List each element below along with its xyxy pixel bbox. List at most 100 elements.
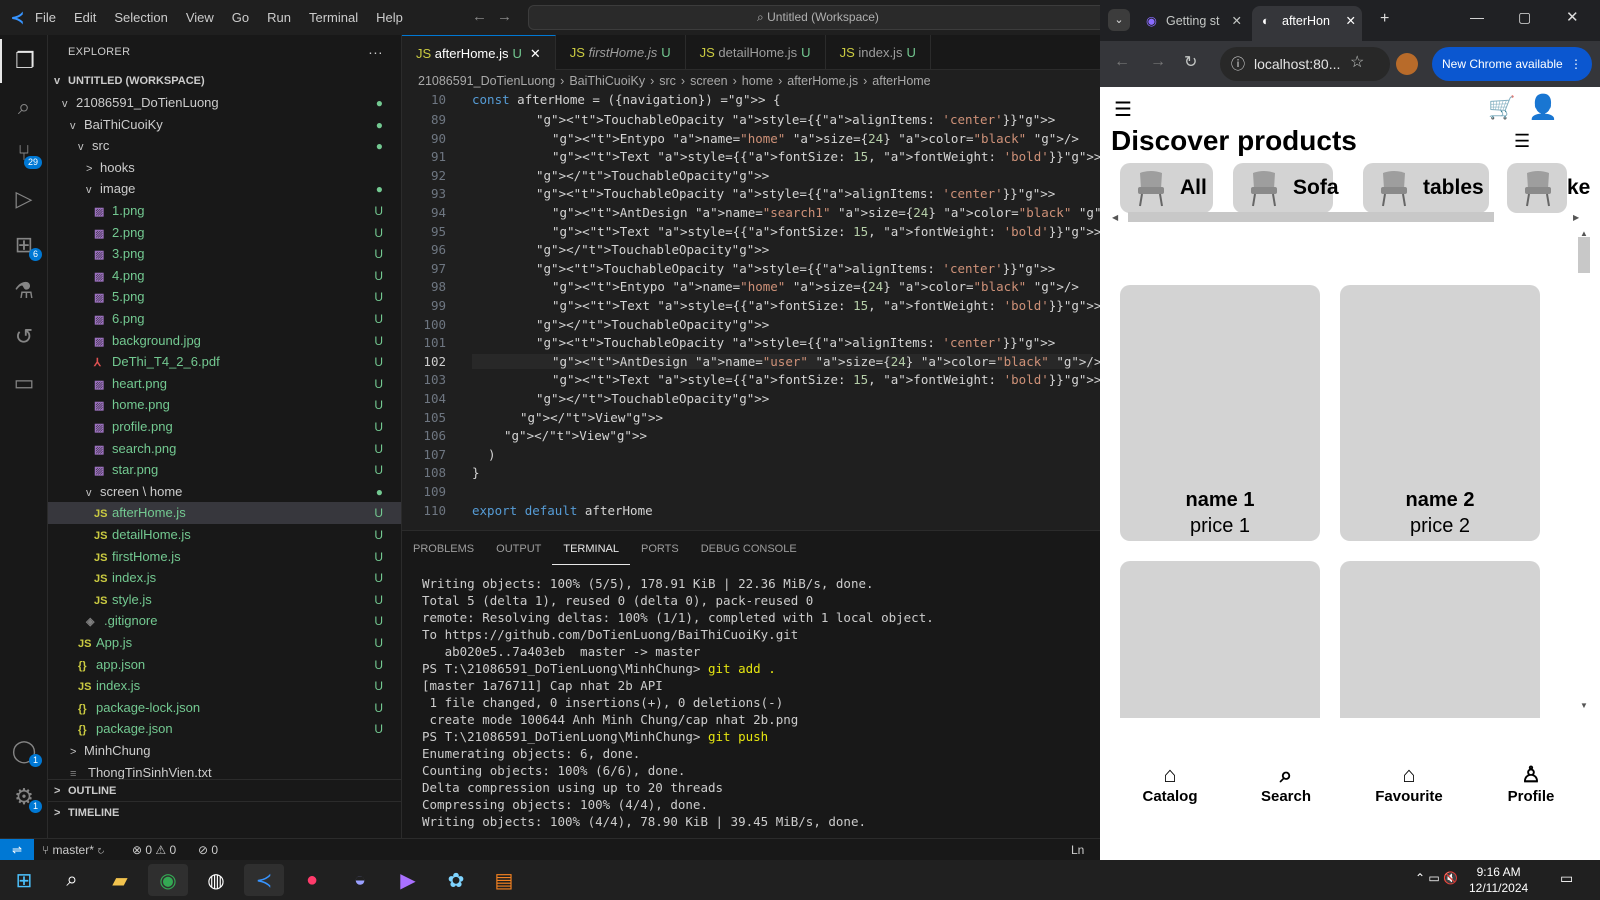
timeline-section[interactable]: > TIMELINE — [48, 801, 401, 823]
product-card[interactable]: name 2 price 2 — [1340, 285, 1540, 541]
search-icon[interactable]: ⌕ — [0, 85, 48, 129]
forward-icon[interactable]: → — [1150, 53, 1166, 71]
tree-item[interactable]: v screen \ home ● — [48, 481, 401, 503]
breadcrumb-item[interactable]: screen — [690, 74, 728, 88]
filter-list-icon[interactable]: ☰ — [1514, 131, 1530, 152]
app-icon[interactable]: ◒ — [340, 864, 380, 896]
address-bar[interactable]: ⓘ localhost:80... — [1220, 47, 1390, 81]
tree-item[interactable]: > hooks — [48, 157, 401, 179]
menu-item[interactable]: Help — [376, 10, 403, 25]
product-card[interactable] — [1120, 561, 1320, 718]
app-icon[interactable]: ● — [292, 864, 332, 896]
panel-tab[interactable]: OUTPUT — [485, 531, 552, 565]
horizontal-scrollbar[interactable] — [1128, 212, 1494, 222]
tree-item[interactable]: v image ● — [48, 178, 401, 200]
scroll-up-icon[interactable]: ▲ — [1580, 229, 1588, 238]
panel-tab[interactable]: TERMINAL — [552, 531, 630, 565]
source-control-icon[interactable]: ⑂ 29 — [0, 131, 48, 175]
app-icon[interactable]: ✿ — [436, 864, 476, 896]
update-chrome-button[interactable]: New Chrome available ⋮ — [1432, 47, 1592, 81]
start-windows-icon[interactable]: ⊞ — [4, 864, 44, 896]
tree-item[interactable]: JS afterHome.js U — [48, 502, 401, 525]
scroll-left-icon[interactable]: ◀ — [1112, 213, 1118, 222]
tab-close-icon[interactable]: ✕ — [530, 46, 541, 61]
panel-tab[interactable]: DEBUG CONSOLE — [690, 531, 808, 565]
run-debug-icon[interactable]: ▷ — [0, 177, 48, 221]
tree-item[interactable]: ⅄ DeThi_T4_2_6.pdf U — [48, 351, 401, 373]
tree-item[interactable]: JS style.js U — [48, 589, 401, 611]
nav-search[interactable]: ⌕ Search — [1241, 762, 1331, 805]
taskbar-search-icon[interactable]: ⌕ — [52, 864, 92, 896]
editor-tab[interactable]: JS afterHome.js U ✕ — [402, 35, 556, 70]
extensions-icon[interactable]: ⊞ 6 — [0, 223, 48, 267]
ports-indicator[interactable]: ⊘ 0 — [198, 839, 218, 861]
tree-item[interactable]: v BaiThiCuoiKy ● — [48, 114, 401, 136]
new-tab-icon[interactable]: + — [1380, 10, 1389, 28]
editor-tab[interactable]: JS detailHome.js U — [686, 35, 826, 70]
menu-item[interactable]: Selection — [114, 10, 167, 25]
manage-gear-icon[interactable]: ⚙ 1 — [0, 775, 48, 819]
terminal-output[interactable]: Writing objects: 100% (5/5), 178.91 KiB … — [422, 575, 934, 830]
tree-item[interactable]: ◈ .gitignore U — [48, 610, 401, 632]
tree-item[interactable]: JS index.js U — [48, 675, 401, 697]
chrome-tab-afterhome[interactable]: ◐ afterHon ✕ — [1252, 6, 1362, 41]
tab-close-icon[interactable]: ✕ — [1232, 6, 1242, 36]
tab-search-icon[interactable]: ⌄ — [1108, 9, 1130, 31]
command-center[interactable]: ⌕ Untitled (Workspace) — [528, 5, 1108, 30]
breadcrumb-item[interactable]: afterHome — [872, 74, 930, 88]
tree-item[interactable]: {} package.json U — [48, 718, 401, 740]
editor-tab[interactable]: JS index.js U — [826, 35, 931, 70]
tree-item[interactable]: ▨ profile.png U — [48, 416, 401, 438]
tree-item[interactable]: ▨ heart.png U — [48, 373, 401, 395]
chrome-menu-icon[interactable]: ⋮ — [1570, 47, 1582, 81]
menu-item[interactable]: Go — [232, 10, 249, 25]
outline-section[interactable]: > OUTLINE — [48, 779, 401, 801]
remote-explorer-icon[interactable]: ▭ — [0, 361, 48, 405]
menu-item[interactable]: Run — [267, 10, 291, 25]
branch-indicator[interactable]: ⑂ master* ↻ — [42, 839, 104, 861]
chrome-taskbar-icon[interactable]: ◉ — [148, 864, 188, 896]
menu-item[interactable]: Terminal — [309, 10, 358, 25]
nav-catalog[interactable]: ⌂ Catalog — [1125, 762, 1215, 805]
tree-item[interactable]: ▨ home.png U — [48, 394, 401, 416]
minimize-icon[interactable]: — — [1470, 9, 1484, 25]
category-chip[interactable]: All — [1120, 163, 1213, 213]
testing-icon[interactable]: ⚗ — [0, 269, 48, 313]
tree-item[interactable]: ▨ 5.png U — [48, 286, 401, 308]
category-chip[interactable]: Sofa — [1233, 163, 1339, 213]
tree-item[interactable]: JS App.js U — [48, 632, 401, 654]
menu-item[interactable]: Edit — [74, 10, 96, 25]
problems-indicator[interactable]: ⊗ 0 ⚠ 0 — [132, 839, 176, 861]
code-editor[interactable]: 10 const afterHome = ({navigation}) ="g"… — [402, 92, 1312, 530]
visual-studio-icon[interactable]: ▶ — [388, 864, 428, 896]
scroll-right-icon[interactable]: ▶ — [1573, 213, 1579, 222]
site-info-icon[interactable]: ⓘ — [1231, 47, 1245, 81]
tree-item[interactable]: ▨ 2.png U — [48, 222, 401, 244]
cart-icon[interactable]: 🛒 — [1488, 95, 1515, 121]
explorer-icon[interactable]: ❐ — [0, 39, 48, 83]
profile-avatar[interactable] — [1396, 53, 1418, 75]
reload-icon[interactable]: ↻ — [1184, 52, 1197, 72]
nav-profile[interactable]: ♙ Profile — [1486, 762, 1576, 805]
panel-tab[interactable]: PORTS — [630, 531, 690, 565]
scroll-down-icon[interactable]: ▼ — [1580, 701, 1588, 710]
breadcrumb-item[interactable]: 21086591_DoTienLuong — [418, 74, 555, 88]
tab-close-icon[interactable]: ✕ — [1346, 6, 1356, 36]
menu-icon[interactable]: ☰ — [1114, 97, 1132, 122]
bookmark-star-icon[interactable]: ☆ — [1350, 52, 1364, 72]
accounts-icon[interactable]: ◯ 1 — [0, 729, 48, 773]
breadcrumb-item[interactable]: BaiThiCuoiKy — [569, 74, 645, 88]
tree-item[interactable]: ▨ 4.png U — [48, 265, 401, 287]
nav-arrows[interactable]: ←→ — [472, 8, 522, 25]
pdf-app-icon[interactable]: ▤ — [484, 864, 524, 896]
menu-item[interactable]: File — [35, 10, 56, 25]
file-explorer-icon[interactable]: ▰ — [100, 864, 140, 896]
category-chip[interactable]: tables — [1363, 163, 1489, 213]
tree-item[interactable]: ▨ 3.png U — [48, 243, 401, 265]
chrome-tab-getting-started[interactable]: ◉ Getting st ✕ — [1136, 6, 1248, 41]
vertical-scrollbar[interactable] — [1578, 237, 1590, 273]
workspace-header[interactable]: v UNTITLED (WORKSPACE) — [48, 70, 401, 92]
tree-item[interactable]: ▨ 6.png U — [48, 308, 401, 330]
tree-item[interactable]: {} app.json U — [48, 654, 401, 676]
tree-item[interactable]: JS firstHome.js U — [48, 546, 401, 568]
